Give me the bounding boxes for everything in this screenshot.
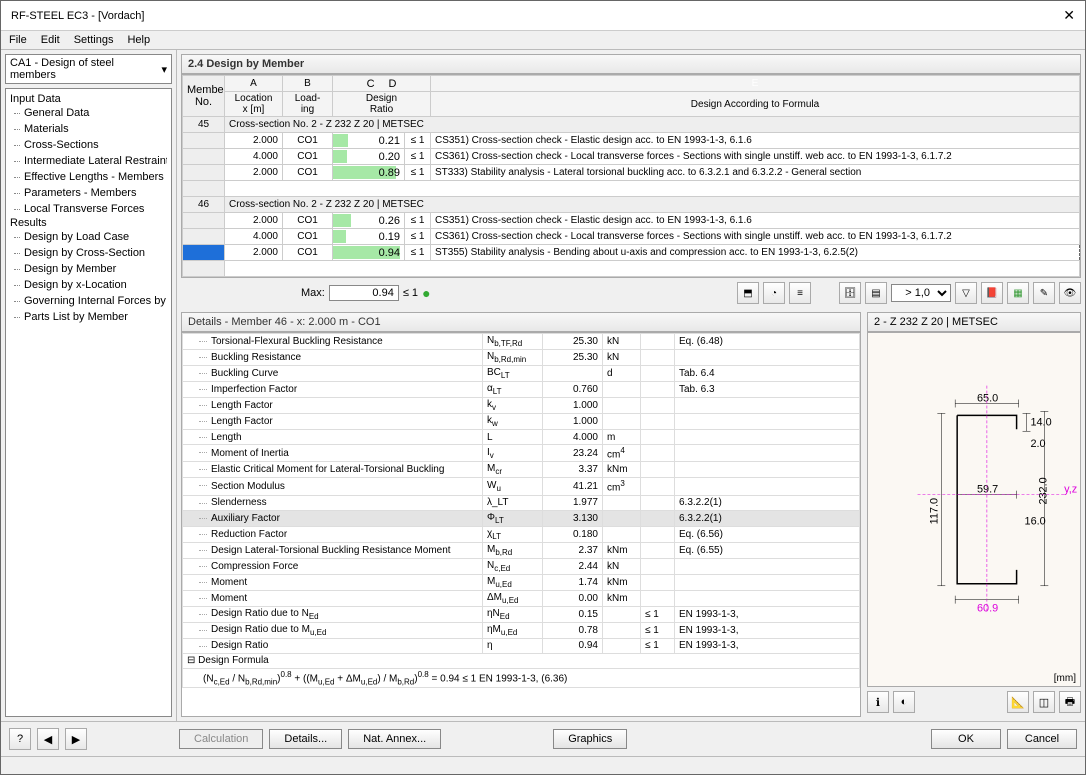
tree-results-title[interactable]: Results	[10, 217, 167, 229]
col-e: E	[431, 76, 1080, 92]
tool-icon-2[interactable]: ◔	[763, 282, 785, 304]
tree-dbcs[interactable]: Design by Cross-Section	[10, 245, 167, 261]
hdr-design: Design Ratio	[333, 92, 431, 117]
max-check: ≤ 1	[403, 287, 418, 299]
details-header: Details - Member 46 - x: 2.000 m - CO1	[181, 312, 861, 332]
menu-help[interactable]: Help	[127, 34, 150, 46]
case-dropdown-label: CA1 - Design of steel members	[10, 57, 161, 81]
tree-cross-sections[interactable]: Cross-Sections	[10, 137, 167, 153]
frame-icon[interactable]: ◫	[1033, 691, 1055, 713]
filter-icon[interactable]: ▽	[955, 282, 977, 304]
pick-icon[interactable]: ✎	[1033, 282, 1055, 304]
details-table[interactable]: Torsional-Flexural Buckling ResistanceNb…	[181, 332, 861, 717]
tree-dbx[interactable]: Design by x-Location	[10, 277, 167, 293]
tree-input-title[interactable]: Input Data	[10, 93, 167, 105]
details-button[interactable]: Details...	[269, 729, 342, 749]
col-a: A	[225, 76, 283, 92]
tree-parameters[interactable]: Parameters - Members	[10, 185, 167, 201]
svg-text:59.7: 59.7	[977, 484, 998, 496]
tree-general-data[interactable]: General Data	[10, 105, 167, 121]
scale-select[interactable]: > 1,0	[891, 284, 951, 302]
svg-text:16.0: 16.0	[1025, 515, 1046, 527]
menu-settings[interactable]: Settings	[74, 34, 114, 46]
sort-icon[interactable]: ▤	[865, 282, 887, 304]
calc-button[interactable]: Calculation	[179, 729, 263, 749]
prev-icon[interactable]: ◀	[37, 728, 59, 750]
col-b: B	[283, 76, 333, 92]
group-46: Cross-section No. 2 - Z 232 Z 20 | METSE…	[225, 197, 1080, 213]
ok-button[interactable]: OK	[931, 729, 1001, 749]
tree-ilr[interactable]: Intermediate Lateral Restraints	[10, 153, 167, 169]
chevron-down-icon: ▾	[161, 63, 167, 76]
excel-icon[interactable]: ▦	[1007, 282, 1029, 304]
nav-tree: Input Data General Data Materials Cross-…	[5, 88, 172, 717]
svg-text:117.0: 117.0	[928, 498, 940, 524]
group-45: Cross-section No. 2 - Z 232 Z 20 | METSE…	[225, 117, 1080, 133]
annex-button[interactable]: Nat. Annex...	[348, 729, 441, 749]
col-member: Member No.	[187, 84, 225, 108]
tool-icon-1[interactable]: ⬒	[737, 282, 759, 304]
axes-icon[interactable]: 📐	[1007, 691, 1029, 713]
tree-plm[interactable]: Parts List by Member	[10, 309, 167, 325]
cross-section-preview: 65.0 14.0 2.0 232.0 117.0 59.7 16.0	[867, 332, 1081, 687]
section-title: 2.4 Design by Member	[181, 54, 1081, 74]
help-icon[interactable]: ?	[9, 728, 31, 750]
svg-text:y,z: y,z	[1064, 484, 1077, 496]
tree-gif[interactable]: Governing Internal Forces by M	[10, 293, 167, 309]
status-bar	[1, 756, 1085, 774]
menu-edit[interactable]: Edit	[41, 34, 60, 46]
menu-file[interactable]: File	[9, 34, 27, 46]
close-icon[interactable]: ✕	[1063, 7, 1075, 24]
tool-icon-3[interactable]: ≡	[789, 282, 811, 304]
case-dropdown[interactable]: CA1 - Design of steel members ▾	[5, 54, 172, 84]
svg-text:232.0: 232.0	[1037, 477, 1049, 504]
tree-eff-lengths[interactable]: Effective Lengths - Members	[10, 169, 167, 185]
next-icon[interactable]: ▶	[65, 728, 87, 750]
tree-dbm[interactable]: Design by Member	[10, 261, 167, 277]
book-icon[interactable]: 📕	[981, 282, 1003, 304]
max-label: Max:	[301, 287, 325, 299]
check-ok-icon: ●	[422, 285, 430, 301]
tree-materials[interactable]: Materials	[10, 121, 167, 137]
hdr-loc: Location x [m]	[225, 92, 283, 117]
preview-unit: [mm]	[1054, 673, 1076, 684]
graphics-button[interactable]: Graphics	[553, 729, 627, 749]
tree-dblc[interactable]: Design by Load Case	[10, 229, 167, 245]
hdr-load: Load- ing	[283, 92, 333, 117]
cancel-button[interactable]: Cancel	[1007, 729, 1077, 749]
svg-text:60.9: 60.9	[977, 603, 998, 615]
svg-text:2.0: 2.0	[1030, 438, 1045, 450]
results-grid[interactable]: Member No. A B C D E Location x [m] Load…	[181, 74, 1081, 278]
hdr-formula: Design According to Formula	[431, 92, 1080, 117]
col-c: C D	[333, 76, 431, 92]
eye-icon[interactable]: 👁	[1059, 282, 1081, 304]
preview-title: 2 - Z 232 Z 20 | METSEC	[867, 312, 1081, 332]
tree-ltf[interactable]: Local Transverse Forces	[10, 201, 167, 217]
info-icon[interactable]: ℹ	[867, 691, 889, 713]
window-title: RF-STEEL EC3 - [Vordach]	[11, 10, 144, 22]
svg-text:65.0: 65.0	[977, 393, 998, 405]
menubar: File Edit Settings Help	[1, 31, 1085, 50]
pear-icon[interactable]: ◐	[893, 691, 915, 713]
relations-icon[interactable]: 🗄	[839, 282, 861, 304]
svg-text:14.0: 14.0	[1030, 416, 1051, 428]
titlebar: RF-STEEL EC3 - [Vordach] ✕	[1, 1, 1085, 31]
print-icon[interactable]: 🖶	[1059, 691, 1081, 713]
max-value: 0.94	[329, 285, 399, 301]
